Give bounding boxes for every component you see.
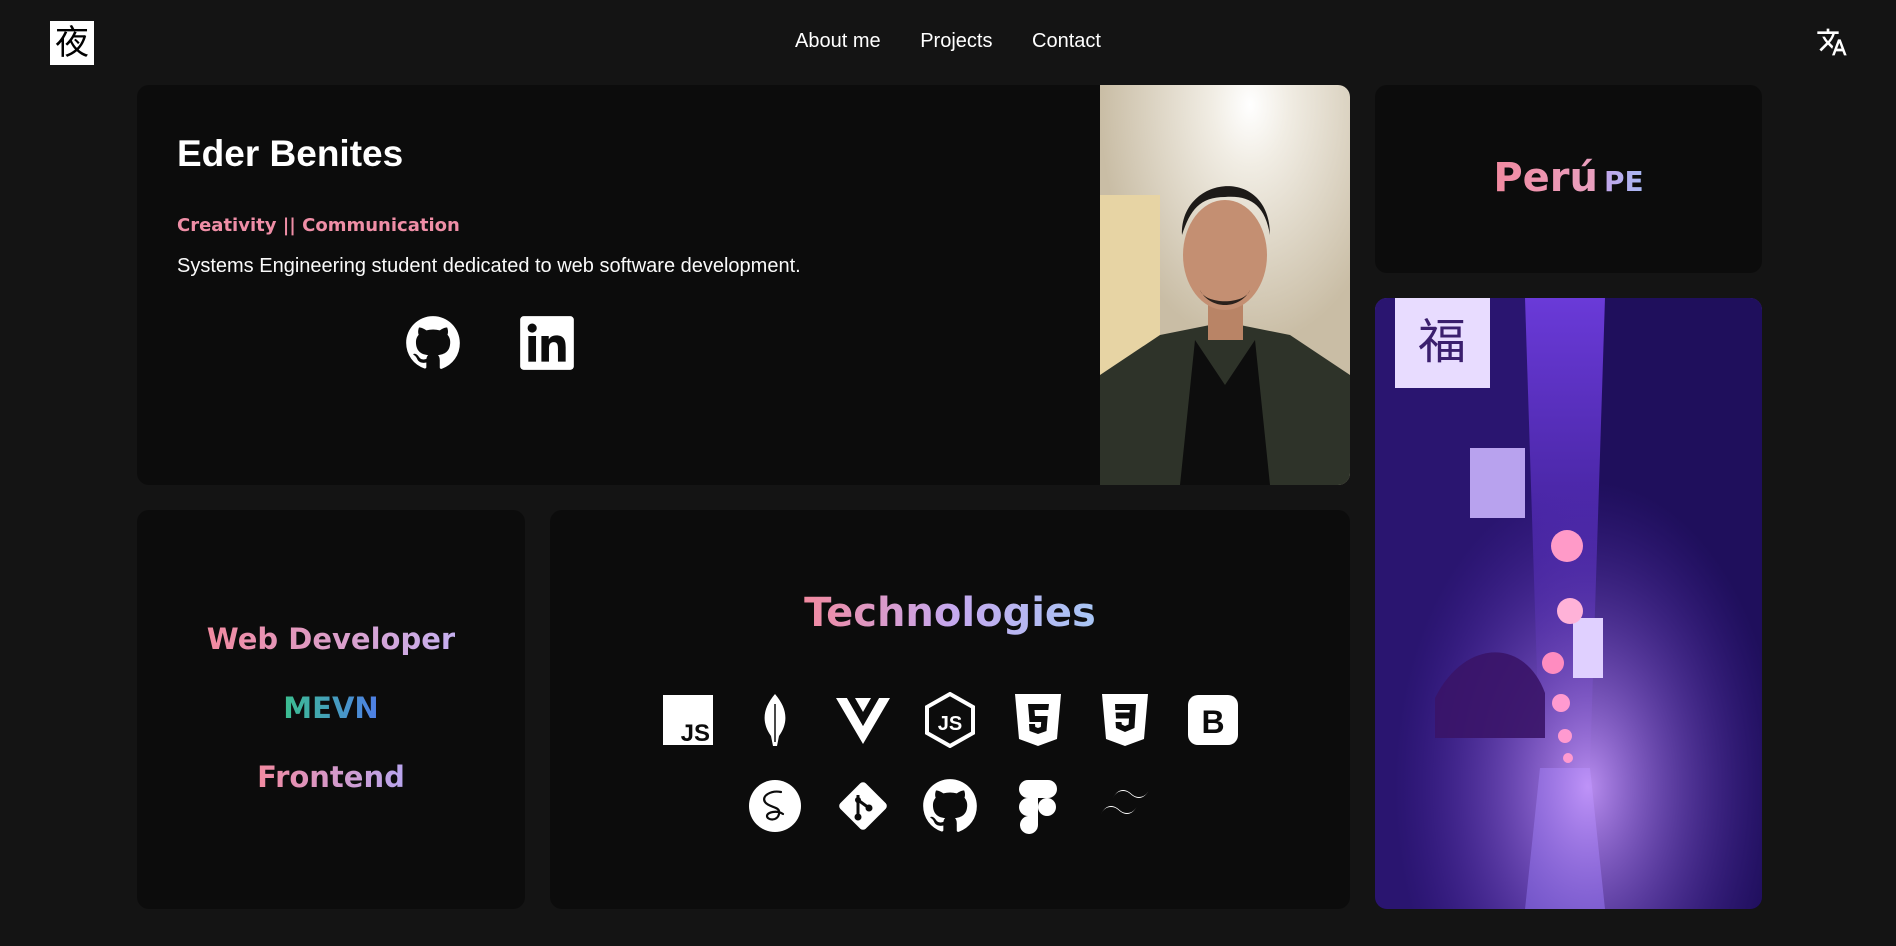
bootstrap-icon: B: [1188, 695, 1238, 745]
mongodb-icon: [764, 694, 786, 746]
roles-card: Web Developer MEVN Frontend: [137, 510, 525, 909]
html5-icon: [1015, 694, 1061, 746]
tailwind-icon: [1101, 790, 1149, 814]
svg-text:福: 福: [1418, 314, 1466, 370]
alley-image: 福: [1375, 298, 1762, 909]
profile-photo: [1100, 85, 1350, 485]
svg-text:JS: JS: [681, 720, 710, 747]
profile-card: Eder Benites Creativity || Communication…: [137, 85, 1350, 485]
nav-link-contact[interactable]: Contact: [1032, 30, 1101, 52]
css3-icon: [1102, 694, 1148, 746]
profile-name: Eder Benites: [177, 133, 404, 174]
decorative-image-card: 福: [1375, 298, 1762, 909]
github-icon[interactable]: [405, 315, 461, 371]
technologies-title: Technologies: [804, 590, 1096, 636]
svg-text:JS: JS: [938, 713, 962, 735]
location-card: Perú PE: [1375, 85, 1762, 273]
svg-text:B: B: [1201, 704, 1224, 740]
linkedin-icon[interactable]: [519, 315, 575, 371]
location-text: Perú PE: [1375, 155, 1762, 201]
nav-link-projects[interactable]: Projects: [920, 30, 992, 52]
technologies-card: Technologies JS JS B: [550, 510, 1350, 909]
translate-icon[interactable]: [1816, 26, 1848, 58]
country-name: Perú: [1493, 155, 1598, 201]
nodejs-icon: JS: [925, 692, 975, 748]
sass-icon: [749, 780, 801, 832]
role-frontend: Frontend: [257, 760, 405, 794]
role-web-developer: Web Developer: [206, 622, 456, 656]
profile-description: Systems Engineering student dedicated to…: [177, 255, 801, 277]
vue-icon: [836, 698, 890, 744]
country-code: PE: [1604, 165, 1644, 198]
role-mevn: MEVN: [283, 691, 379, 725]
nav-links: About me Projects Contact: [0, 30, 1896, 53]
figma-icon: [1019, 780, 1057, 834]
profile-tagline: Creativity || Communication: [177, 215, 460, 236]
nav-link-about[interactable]: About me: [795, 30, 881, 52]
javascript-icon: JS: [663, 695, 713, 747]
github-icon: [923, 779, 977, 832]
top-nav: 夜 About me Projects Contact: [0, 0, 1896, 84]
git-icon: [839, 782, 887, 830]
